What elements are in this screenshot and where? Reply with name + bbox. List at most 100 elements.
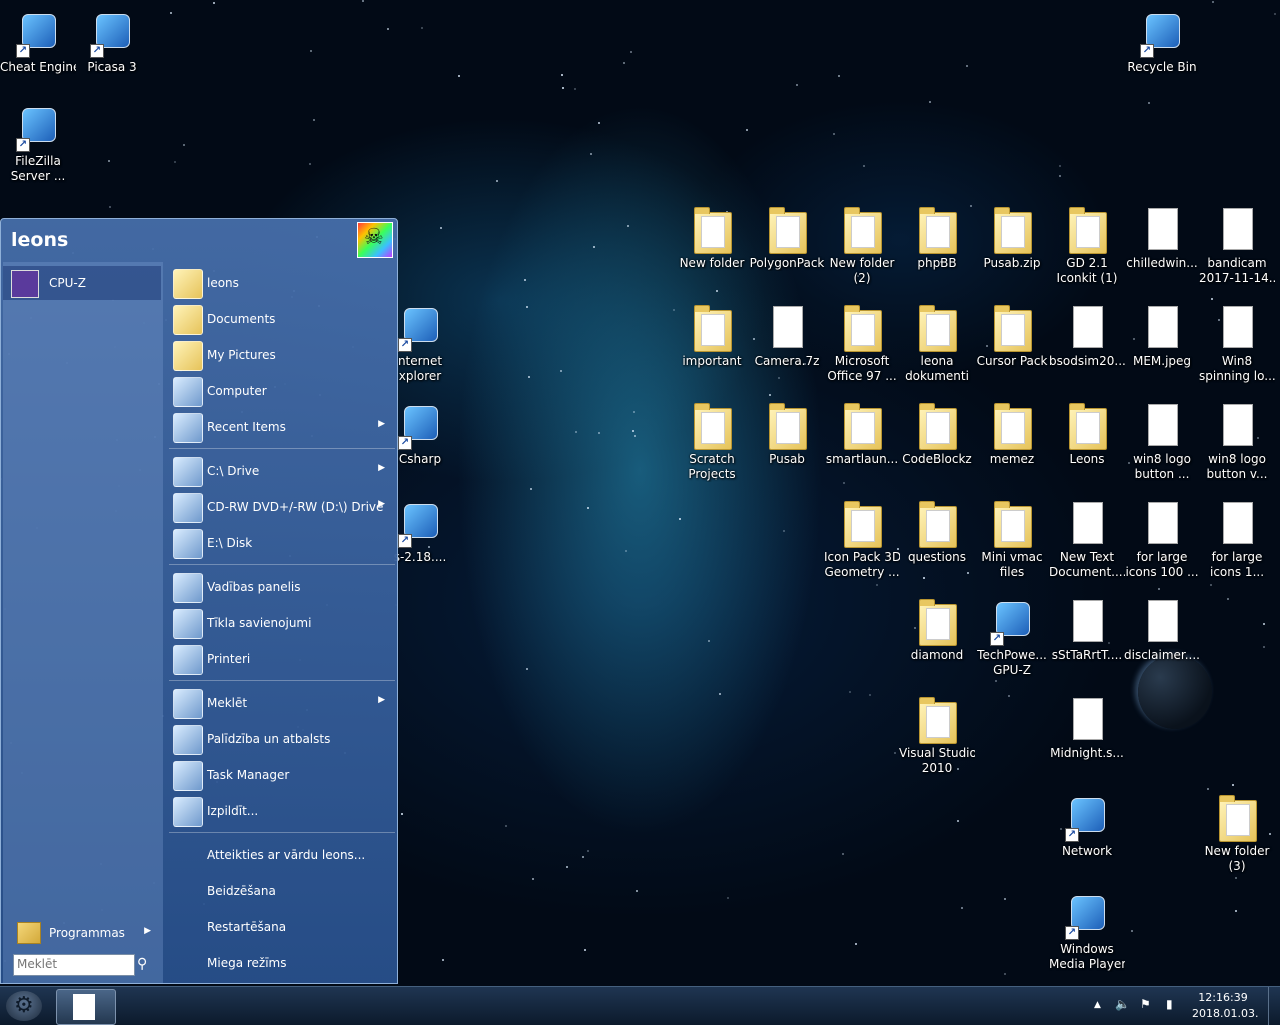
desktop-icon-bsodsim20[interactable]: bsodsim20... xyxy=(1049,304,1125,369)
desktop-icon-mini-vmac-files[interactable]: Mini vmac files xyxy=(974,500,1050,580)
desktop-icon-recycle-bin[interactable]: ↗ Recycle Bin xyxy=(1124,10,1200,75)
network-signal-icon[interactable]: ▮ xyxy=(1166,997,1173,1011)
desktop-icon-memez[interactable]: memez xyxy=(974,402,1050,467)
start-menu-item-11[interactable]: Meklēt ▶ xyxy=(169,686,393,720)
desktop-icon-camera-7z[interactable]: Camera.7z xyxy=(749,304,825,369)
taskbar-item-document[interactable] xyxy=(56,989,116,1025)
all-programs-button[interactable]: Programmas ▶ xyxy=(3,918,161,948)
start-menu-item-18[interactable]: Miega režīms xyxy=(169,946,393,980)
start-button[interactable] xyxy=(6,991,42,1021)
desktop-icon-new-text-document[interactable]: New Text Document.... xyxy=(1049,500,1125,580)
desktop-icon-win8-spinning-lo[interactable]: Win8 spinning lo... xyxy=(1199,304,1275,384)
star xyxy=(719,693,721,695)
desktop-icon-pusab-zip[interactable]: Pusab.zip xyxy=(974,206,1050,271)
desktop-icon-scratch-projects[interactable]: Scratch Projects xyxy=(674,402,750,482)
desktop-icon-icon-pack-3d-geometry[interactable]: Icon Pack 3D Geometry ... xyxy=(824,500,900,580)
start-menu-item-12[interactable]: Palīdzība un atbalsts xyxy=(169,722,393,756)
desktop-icon-new-folder[interactable]: New folder xyxy=(674,206,750,271)
file-icon xyxy=(1140,598,1184,646)
start-menu-item-3[interactable]: Computer xyxy=(169,374,393,408)
desktop-icon-diamond[interactable]: diamond xyxy=(899,598,975,663)
desktop-icon-techpowe-gpu-z[interactable]: ↗ TechPowe... GPU-Z xyxy=(974,598,1050,678)
folder-shape xyxy=(994,501,1032,548)
star xyxy=(109,206,111,208)
start-menu-item-10[interactable]: Printeri xyxy=(169,642,393,676)
desktop-icon-smartlaun[interactable]: smartlaun... xyxy=(824,402,900,467)
folder-icon xyxy=(915,500,959,548)
start-menu-item-2[interactable]: My Pictures xyxy=(169,338,393,372)
desktop-icon-leona-dokumenti[interactable]: leona dokumenti xyxy=(899,304,975,384)
desktop-icon-polygonpack[interactable]: PolygonPack xyxy=(749,206,825,271)
desktop-icon-new-folder-3[interactable]: New folder (3) xyxy=(1199,794,1275,874)
desktop-icon-chilledwin[interactable]: chilledwin... xyxy=(1124,206,1200,271)
start-menu-item-17[interactable]: Restartēšana xyxy=(169,910,393,944)
star xyxy=(716,290,718,292)
desktop-icon-bandicam-2017-11-14[interactable]: bandicam 2017-11-14... xyxy=(1199,206,1275,286)
star xyxy=(929,101,931,103)
star xyxy=(566,866,568,868)
desktop-icon-network[interactable]: ↗ Network xyxy=(1049,794,1125,859)
desktop-icon-gd-2-1-iconkit-1[interactable]: GD 2.1 Iconkit (1) xyxy=(1049,206,1125,286)
tray-expand-icon[interactable]: ▲ xyxy=(1094,1000,1101,1010)
desktop-icon-cursor-pack[interactable]: Cursor Pack xyxy=(974,304,1050,369)
search-icon[interactable]: ⚲ xyxy=(137,956,147,972)
start-menu-item-7[interactable]: E:\ Disk xyxy=(169,526,393,560)
desktop-icon-pusab[interactable]: Pusab xyxy=(749,402,825,467)
start-menu-item-13[interactable]: Task Manager xyxy=(169,758,393,792)
desktop-icon-label: Windows Media Player xyxy=(1049,942,1125,971)
start-menu-item-6[interactable]: CD-RW DVD+/-RW (D:\) Drive ▶ xyxy=(169,490,393,524)
start-menu-item-15[interactable]: Atteikties ar vārdu leons... xyxy=(169,838,393,872)
action-center-flag-icon[interactable]: ⚑ xyxy=(1140,997,1151,1011)
user-avatar[interactable] xyxy=(357,222,393,258)
desktop-icon-codeblockz[interactable]: CodeBlockz xyxy=(899,402,975,467)
desktop-icon-midnight-s[interactable]: Midnight.s... xyxy=(1049,696,1125,761)
desktop-icon-picasa-3[interactable]: ↗ Picasa 3 xyxy=(74,10,150,75)
desktop-icon-for-large-icons-100[interactable]: for large icons 100 ... xyxy=(1124,500,1200,580)
search-input[interactable] xyxy=(14,955,134,973)
shortcut-arrow-icon: ↗ xyxy=(90,44,104,58)
desktop-icon-for-large-icons-1[interactable]: for large icons 1... xyxy=(1199,500,1275,580)
desktop-icon-leons[interactable]: Leons xyxy=(1049,402,1125,467)
desktop-icon-mem-jpeg[interactable]: MEM.jpeg xyxy=(1124,304,1200,369)
desktop-icon-microsoft-office-97[interactable]: Microsoft Office 97 ... xyxy=(824,304,900,384)
desktop-icon-windows-media-player[interactable]: ↗ Windows Media Player xyxy=(1049,892,1125,972)
start-menu-item-14[interactable]: Izpildīt... xyxy=(169,794,393,828)
desktop-icon-label: Cheat Engine xyxy=(0,60,76,74)
desktop-icon-cheat-engine[interactable]: ↗ Cheat Engine xyxy=(0,10,76,75)
start-menu-item-1[interactable]: Documents xyxy=(169,302,393,336)
start-menu-item-label: Palīdzība un atbalsts xyxy=(207,732,331,746)
show-desktop-button[interactable] xyxy=(1268,987,1280,1025)
clock[interactable]: 12:16:39 2018.01.03. xyxy=(1192,990,1258,1022)
start-menu-item-5[interactable]: C:\ Drive ▶ xyxy=(169,454,393,488)
star xyxy=(562,87,564,89)
desktop-icon-win8-logo-button[interactable]: win8 logo button ... xyxy=(1124,402,1200,482)
documents-folder-icon xyxy=(173,305,203,335)
star xyxy=(1210,584,1212,586)
start-menu-item-16[interactable]: Beidzēšana xyxy=(169,874,393,908)
desktop-icon-phpbb[interactable]: phpBB xyxy=(899,206,975,271)
app-shape xyxy=(1071,896,1105,930)
pinned-cpu-z[interactable]: CPU-Z xyxy=(3,266,161,300)
folder-shape xyxy=(844,501,882,548)
desktop-icon-new-folder-2[interactable]: New folder (2) xyxy=(824,206,900,286)
search-box[interactable] xyxy=(13,954,135,976)
star xyxy=(532,878,534,880)
desktop-icon-visual-studio-2010[interactable]: Visual Studio 2010 xyxy=(899,696,975,776)
volume-icon[interactable]: 🔈 xyxy=(1115,997,1130,1011)
start-menu-item-0[interactable]: leons xyxy=(169,266,393,300)
desktop-icon-label: chilledwin... xyxy=(1126,256,1198,270)
star xyxy=(440,227,442,229)
desktop-icon-ssttarrtt[interactable]: sStTaRrtT.... xyxy=(1049,598,1125,663)
desktop-icon-important[interactable]: important xyxy=(674,304,750,369)
desktop-icon-win8-logo-button-v[interactable]: win8 logo button v... xyxy=(1199,402,1275,482)
start-menu-item-8[interactable]: Vadības panelis xyxy=(169,570,393,604)
drive-c-icon xyxy=(173,457,203,487)
desktop-icon-disclaimer[interactable]: disclaimer.... xyxy=(1124,598,1200,663)
all-programs-label: Programmas xyxy=(49,926,125,940)
desktop-icon-questions[interactable]: questions xyxy=(899,500,975,565)
star xyxy=(627,225,629,227)
start-menu-item-4[interactable]: Recent Items ▶ xyxy=(169,410,393,444)
file-shape xyxy=(1223,502,1253,544)
desktop-icon-filezilla-server[interactable]: ↗ FileZilla Server ... xyxy=(0,104,76,184)
start-menu-item-9[interactable]: Tīkla savienojumi xyxy=(169,606,393,640)
